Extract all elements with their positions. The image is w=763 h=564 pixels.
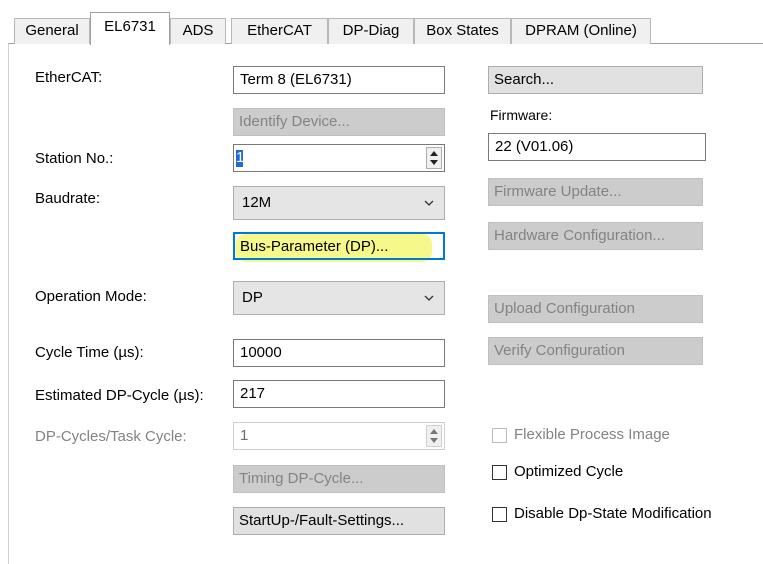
tab-box-states[interactable]: Box States [414, 18, 511, 44]
timing-dp-cycle-button[interactable]: Timing DP-Cycle... [233, 465, 445, 493]
flexible-process-image-checkbox[interactable] [492, 428, 507, 443]
chevron-down-icon [424, 200, 434, 206]
dp-cycles-task-cycle-value: 1 [240, 427, 249, 444]
tab-strip: General EL6731 ADS EtherCAT DP-Diag Box … [0, 0, 763, 564]
tab-el6731[interactable]: EL6731 [90, 12, 170, 45]
station-no-spinbox[interactable]: 1 [233, 144, 445, 172]
ethercat-label: EtherCAT: [35, 69, 103, 86]
optimized-cycle-checkbox[interactable] [492, 465, 507, 480]
tab-general[interactable]: General [14, 18, 90, 44]
operation-mode-dropdown[interactable]: DP [233, 281, 445, 315]
spin-up-icon[interactable] [430, 150, 438, 156]
operation-mode-label: Operation Mode: [35, 288, 147, 305]
dp-cycles-task-cycle-label: DP-Cycles/Task Cycle: [35, 428, 187, 445]
upload-configuration-button[interactable]: Upload Configuration [488, 295, 703, 323]
firmware-label: Firmware: [490, 107, 553, 123]
station-no-value: 1 [236, 149, 245, 166]
disable-dp-state-modification-label: Disable Dp-State Modification [514, 505, 712, 522]
ethercat-field[interactable]: Term 8 (EL6731) [233, 66, 445, 94]
estimated-dp-cycle-field[interactable]: 217 [233, 380, 445, 408]
estimated-dp-cycle-label: Estimated DP-Cycle (µs): [35, 387, 204, 404]
disable-dp-state-modification-checkbox[interactable] [492, 507, 507, 522]
chevron-down-icon [424, 295, 434, 301]
dp-cycles-spin-buttons [426, 425, 442, 447]
cycle-time-label: Cycle Time (µs): [35, 344, 144, 361]
flexible-process-image-label: Flexible Process Image [514, 426, 670, 443]
tab-ethercat[interactable]: EtherCAT [231, 18, 328, 44]
operation-mode-value: DP [242, 289, 263, 306]
search-button[interactable]: Search... [488, 66, 703, 94]
spin-up-icon [430, 429, 438, 434]
tab-dp-diag[interactable]: DP-Diag [328, 18, 414, 44]
firmware-update-button[interactable]: Firmware Update... [488, 178, 703, 206]
spin-down-icon [430, 438, 438, 443]
cycle-time-field[interactable]: 10000 [233, 339, 445, 367]
firmware-field[interactable]: 22 (V01.06) [488, 133, 706, 161]
hardware-configuration-button[interactable]: Hardware Configuration... [488, 222, 703, 250]
startup-fault-settings-button[interactable]: StartUp-/Fault-Settings... [233, 507, 445, 535]
baudrate-label: Baudrate: [35, 190, 101, 207]
baudrate-value: 12M [242, 194, 272, 211]
dp-cycles-task-cycle-spinbox: 1 [233, 422, 445, 450]
tab-ads[interactable]: ADS [170, 18, 226, 44]
baudrate-dropdown[interactable]: 12M [233, 186, 445, 220]
verify-configuration-button[interactable]: Verify Configuration [488, 337, 703, 365]
optimized-cycle-label: Optimized Cycle [514, 463, 624, 480]
identify-device-button[interactable]: Identify Device... [233, 108, 445, 136]
bus-parameter-button[interactable]: Bus-Parameter (DP)... [233, 232, 445, 260]
station-no-spin-buttons[interactable] [426, 147, 442, 169]
tab-dpram-online[interactable]: DPRAM (Online) [511, 18, 651, 44]
spin-down-icon[interactable] [430, 160, 438, 166]
station-no-label: Station No.: [35, 150, 114, 167]
